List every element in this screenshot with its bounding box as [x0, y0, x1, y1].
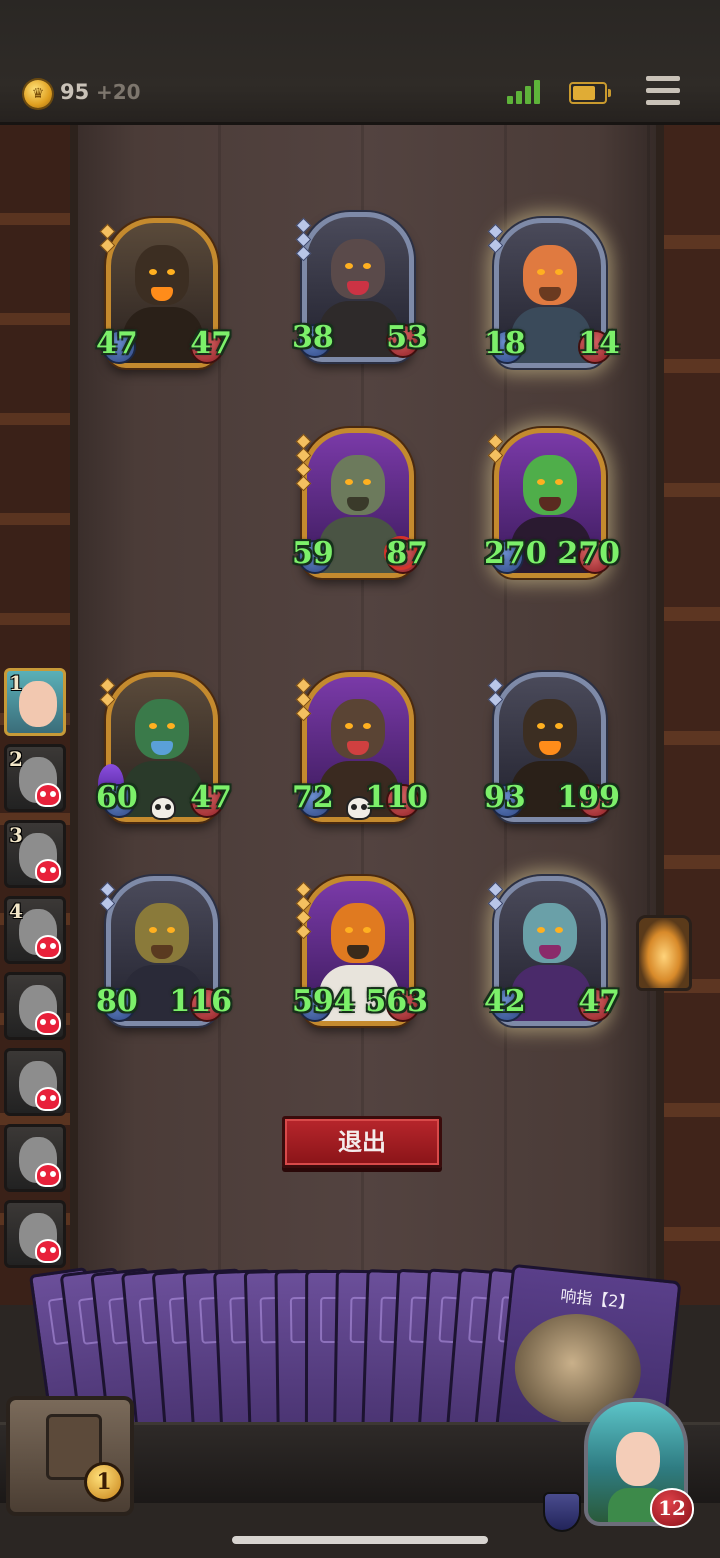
minion-tiki-mask[interactable]: 72 110 [292, 672, 428, 834]
menu-icon[interactable] [646, 76, 680, 106]
party-slot[interactable]: 3 [4, 820, 66, 888]
player-rank: 1 [9, 671, 23, 695]
mana-orb: 1 [84, 1462, 124, 1502]
card-name: 响指【2】 [559, 1285, 636, 1313]
minion-health: 87 [386, 536, 428, 571]
minion-health: 563 [365, 984, 428, 1019]
minion-health: 47 [578, 984, 620, 1019]
party-slot[interactable] [4, 1124, 66, 1192]
eliminated-skull-icon [35, 859, 61, 883]
minion-attack: 42 [484, 984, 526, 1019]
player-rank: 2 [9, 747, 23, 771]
home-indicator[interactable] [232, 1536, 488, 1544]
gold-income: +20 [96, 80, 141, 104]
top-status-bar: ♛ 95 +20 [0, 0, 720, 125]
signal-icon [507, 80, 541, 104]
party-slot[interactable] [4, 972, 66, 1040]
minion-health: 116 [169, 984, 232, 1019]
shield-icon[interactable] [543, 1492, 581, 1532]
player-rank: 4 [9, 899, 23, 923]
minion-stone-golem[interactable]: 59 87 [292, 428, 428, 590]
minion-health: 270 [557, 536, 620, 571]
minion-vine-heart[interactable]: 60 47 [96, 672, 232, 834]
minion-health: 47 [190, 780, 232, 815]
eliminated-skull-icon [35, 783, 61, 807]
party-slot[interactable] [4, 1048, 66, 1116]
battery-icon [569, 82, 611, 104]
minion-attack: 270 [484, 536, 547, 571]
minion-attack: 93 [484, 780, 526, 815]
minion-health: 14 [578, 326, 620, 361]
minion-attack: 80 [96, 984, 138, 1019]
minion-attack: 38 [292, 320, 334, 355]
minion-attack: 18 [484, 326, 526, 361]
minion-attack: 60 [96, 780, 138, 815]
minion-sprout-girl[interactable]: 270 270 [484, 428, 620, 590]
minion-health: 47 [190, 326, 232, 361]
minion-pumpkin-ghost[interactable]: 594 563 [292, 876, 428, 1038]
minion-treant-2[interactable]: 93 199 [484, 672, 620, 834]
minion-treant-1[interactable]: 47 47 [96, 218, 232, 380]
skull-icon [150, 796, 176, 820]
minion-attack: 47 [96, 326, 138, 361]
eliminated-skull-icon [35, 935, 61, 959]
player-rank: 3 [9, 823, 23, 847]
party-slot[interactable]: 4 [4, 896, 66, 964]
minion-health: 110 [365, 780, 428, 815]
crown-coin-icon: ♛ [24, 80, 52, 108]
eliminated-skull-icon [35, 1087, 61, 1111]
minion-attack: 72 [292, 780, 334, 815]
minion-archer[interactable]: 18 14 [484, 218, 620, 380]
minion-dark-elf[interactable]: 42 47 [484, 876, 620, 1038]
minion-rabbit-mask[interactable]: 38 53 [292, 212, 428, 374]
hero-health: 12 [650, 1488, 694, 1528]
minion-attack: 59 [292, 536, 334, 571]
minion-witch-hat[interactable]: 80 116 [96, 876, 232, 1038]
gold-amount: 95 [60, 80, 90, 104]
minion-health: 53 [386, 320, 428, 355]
eliminated-skull-icon [35, 1163, 61, 1187]
player-avatar [19, 681, 57, 727]
party-slot[interactable]: 2 [4, 744, 66, 812]
minion-attack: 594 [292, 984, 355, 1019]
party-slot[interactable]: 1 [4, 668, 66, 736]
eliminated-skull-icon [35, 1011, 61, 1035]
lantern-icon [636, 915, 692, 991]
exit-button[interactable]: 退出 [282, 1116, 442, 1168]
minion-health: 199 [557, 780, 620, 815]
hand-area: 响指【2】 召唤 1 12 [0, 1250, 720, 1558]
